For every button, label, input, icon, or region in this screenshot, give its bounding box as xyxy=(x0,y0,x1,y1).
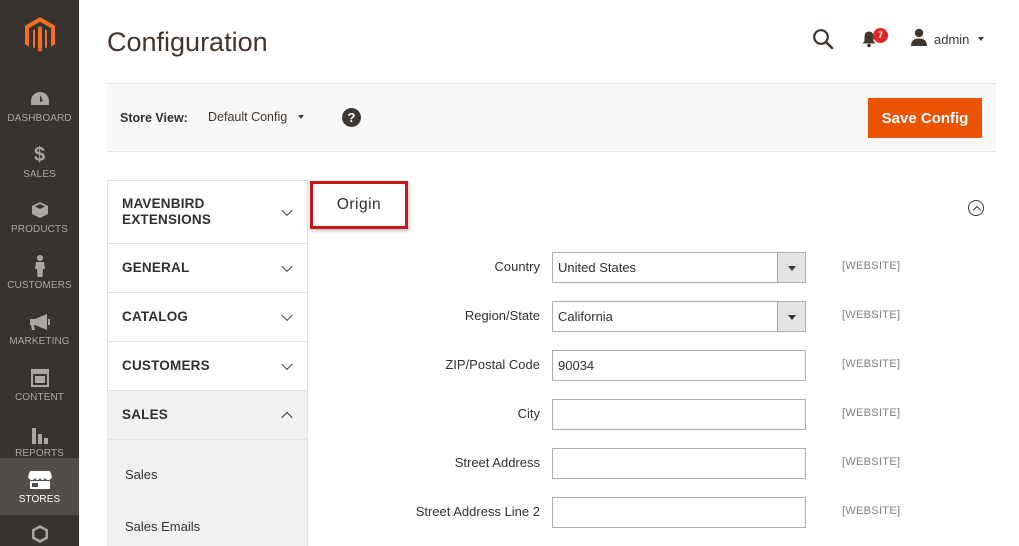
scope-label: [WEBSITE] xyxy=(842,505,901,517)
dashboard-icon xyxy=(30,88,50,110)
menu-item-sales[interactable]: $ SALES xyxy=(0,134,79,190)
box-icon xyxy=(31,199,49,221)
menu-label: CONTENT xyxy=(14,392,65,403)
person-icon xyxy=(34,255,46,277)
country-label: Country xyxy=(494,259,540,274)
field-row-region: Region/State California [WEBSITE] xyxy=(310,301,1000,332)
tab-customers[interactable]: CUSTOMERS xyxy=(108,342,307,391)
tab-catalog[interactable]: CATALOG xyxy=(108,293,307,342)
menu-label: MARKETING xyxy=(9,336,70,347)
search-icon[interactable] xyxy=(812,28,834,50)
store-view-switcher[interactable]: Default Config xyxy=(208,110,305,124)
caret-down-icon xyxy=(298,115,305,119)
menu-item-system[interactable] xyxy=(0,518,79,546)
caret-down-icon xyxy=(978,37,985,41)
region-label: Region/State xyxy=(464,308,540,323)
tab-mavenbird-extensions[interactable]: MAVENBIRD EXTENSIONS xyxy=(108,181,307,244)
zip-input[interactable]: 90034 xyxy=(552,350,806,381)
region-select[interactable]: California xyxy=(552,301,806,332)
menu-item-marketing[interactable]: MARKETING xyxy=(0,301,79,357)
menu-label: DASHBOARD xyxy=(7,113,72,124)
store-icon xyxy=(27,469,52,491)
country-select[interactable]: United States xyxy=(552,252,806,283)
bar-chart-icon xyxy=(31,423,49,445)
store-view-bar: Store View: Default Config ? Save Config xyxy=(107,83,996,152)
hexagon-icon xyxy=(31,523,49,545)
chevron-up-icon xyxy=(281,411,293,424)
layout-icon xyxy=(30,367,49,389)
zip-label: ZIP/Postal Code xyxy=(445,357,540,372)
scope-label: [WEBSITE] xyxy=(842,309,901,321)
admin-menu: DASHBOARD $ SALES PRODUCTS CUSTOMERS MAR… xyxy=(0,0,79,546)
megaphone-icon xyxy=(29,311,51,333)
tab-label: GENERAL xyxy=(122,260,190,275)
store-view-value: Default Config xyxy=(208,110,288,124)
field-row-street-address-2: Street Address Line 2 [WEBSITE] xyxy=(310,497,1000,528)
scope-label: [WEBSITE] xyxy=(842,407,901,419)
menu-item-customers[interactable]: CUSTOMERS xyxy=(0,245,79,301)
street-address-2-label: Street Address Line 2 xyxy=(415,504,540,519)
tab-label: SALES xyxy=(122,407,169,422)
tab-general[interactable]: GENERAL xyxy=(108,244,307,293)
field-row-city: City [WEBSITE] xyxy=(310,399,1000,430)
city-input[interactable] xyxy=(552,399,806,430)
scope-label: [WEBSITE] xyxy=(842,358,901,370)
menu-label: STORES xyxy=(18,493,61,505)
tab-sales[interactable]: SALES xyxy=(108,391,307,440)
user-icon xyxy=(910,28,928,51)
section-title-highlight[interactable]: Origin xyxy=(310,181,408,229)
tab-label: MAVENBIRD EXTENSIONS xyxy=(122,196,212,227)
field-row-street-address: Street Address [WEBSITE] xyxy=(310,448,1000,479)
region-value: California xyxy=(558,309,613,324)
city-label: City xyxy=(517,406,540,421)
menu-item-products[interactable]: PRODUCTS xyxy=(0,189,79,245)
select-arrow-icon xyxy=(777,253,805,282)
tab-label: CUSTOMERS xyxy=(122,358,210,373)
magento-logo-icon[interactable] xyxy=(0,0,79,70)
menu-label: CUSTOMERS xyxy=(7,280,72,291)
user-account-menu[interactable]: admin xyxy=(910,28,985,51)
street-address-2-input[interactable] xyxy=(552,497,806,528)
menu-item-dashboard[interactable]: DASHBOARD xyxy=(0,78,79,134)
menu-label: PRODUCTS xyxy=(11,224,68,235)
chevron-down-icon xyxy=(281,358,293,371)
user-name: admin xyxy=(934,31,970,47)
tab-label: CATALOG xyxy=(122,309,189,324)
config-tabs: MAVENBIRD EXTENSIONS GENERAL CATALOG CUS… xyxy=(107,180,308,546)
collapse-section-icon[interactable] xyxy=(968,200,984,216)
notification-badge[interactable]: 7 xyxy=(873,28,888,43)
subtab-sales[interactable]: Sales xyxy=(125,467,158,482)
select-arrow-icon xyxy=(777,302,805,331)
field-row-country: Country United States [WEBSITE] xyxy=(310,252,1000,283)
street-address-label: Street Address xyxy=(454,455,540,470)
scope-label: [WEBSITE] xyxy=(842,456,901,468)
country-value: United States xyxy=(558,260,637,275)
chevron-down-icon xyxy=(281,309,293,322)
save-config-button[interactable]: Save Config xyxy=(868,98,982,138)
subtab-sales-emails[interactable]: Sales Emails xyxy=(125,519,200,534)
store-view-label: Store View: xyxy=(120,111,188,125)
page-title: Configuration xyxy=(107,27,268,57)
chevron-down-icon xyxy=(281,260,293,273)
scope-label: [WEBSITE] xyxy=(842,260,901,272)
street-address-input[interactable] xyxy=(552,448,806,479)
chevron-down-icon xyxy=(281,204,293,217)
field-row-zip: ZIP/Postal Code 90034 [WEBSITE] xyxy=(310,350,1000,381)
menu-item-content[interactable]: CONTENT xyxy=(0,357,79,413)
dollar-icon: $ xyxy=(33,143,46,166)
help-icon[interactable]: ? xyxy=(342,108,361,127)
menu-label: SALES xyxy=(23,169,56,180)
menu-item-stores[interactable]: STORES xyxy=(0,458,79,515)
sales-subtabs: Sales Sales Emails xyxy=(108,440,307,546)
section-title: Origin xyxy=(336,196,382,213)
